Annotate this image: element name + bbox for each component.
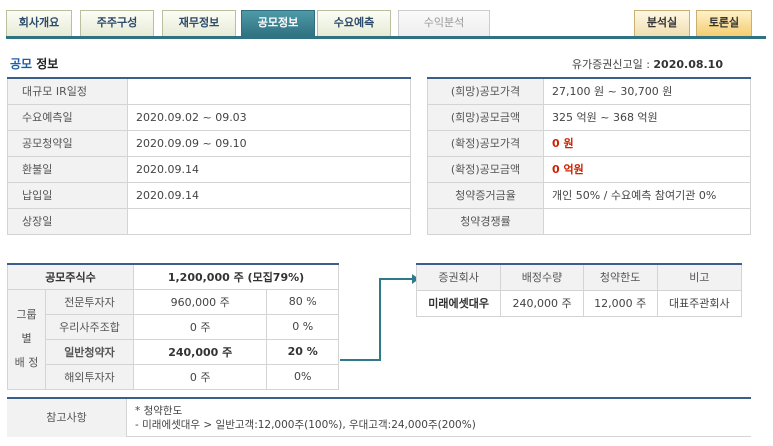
pricing-label: (확정)공모금액 (427, 155, 544, 183)
total-shares-value: 1,200,000 주 (모집79%) (133, 263, 339, 290)
page-title-suffix: 정보 (32, 57, 59, 71)
pricing-value: 0 억원 (543, 155, 751, 183)
tab-analysis-room[interactable]: 분석실 (634, 10, 690, 36)
page-title: 공모 정보 (10, 55, 58, 72)
tab-underline (6, 36, 766, 39)
table-row: 공모청약일 2020.09.09 ~ 09.10 (7, 129, 411, 157)
group-label-line1: 그룹별 (16, 308, 37, 345)
table-row: (확정)공모가격 0 원 (427, 129, 751, 157)
schedule-value: 2020.09.02 ~ 09.03 (127, 103, 411, 131)
connector-arrow (340, 274, 419, 361)
table-row: (확정)공모금액 0 억원 (427, 155, 751, 183)
schedule-value: 2020.09.14 (127, 155, 411, 183)
underwriter-limit: 12,000 주 (582, 289, 658, 317)
investor-type: 해외투자자 (45, 363, 134, 390)
underwriter-table: 증권회사 배정수량 청약한도 비고 미래에셋대우 240,000 주 12,00… (415, 263, 743, 317)
table-row: (희망)공모금액 325 억원 ~ 368 억원 (427, 103, 751, 131)
table-row: 증권회사 배정수량 청약한도 비고 (415, 263, 743, 291)
reference-section: 참고사항 * 청약한도 - 미래에셋대우 > 일반고객:12,000주(100%… (7, 397, 751, 437)
tab-discussion-room[interactable]: 토론실 (696, 10, 752, 36)
investor-pct: 20 % (266, 338, 339, 365)
table-row: 납입일 2020.09.14 (7, 181, 411, 209)
pricing-label: (확정)공모가격 (427, 129, 544, 157)
registration-date-label: 유가증권신고일 : (571, 58, 654, 71)
schedule-label: 상장일 (7, 207, 128, 235)
registration-date: 유가증권신고일 : 2020.08.10 (572, 56, 723, 72)
investor-qty: 0 주 (132, 313, 268, 340)
pricing-table: (희망)공모가격 27,100 원 ~ 30,700 원 (희망)공모금액 325 … (427, 77, 751, 235)
tab-ipo-info[interactable]: 공모정보 (241, 10, 315, 36)
tab-profit-analysis[interactable]: 수익분석 (398, 10, 490, 36)
underwriter-qty: 240,000 주 (500, 289, 584, 317)
table-row: 상장일 (7, 207, 411, 235)
group-allocation-label: 그룹별배 정 (7, 288, 46, 390)
column-header: 비고 (656, 263, 743, 291)
schedule-label: 환불일 (7, 155, 128, 183)
tab-shareholders[interactable]: 주주구성 (80, 10, 154, 36)
schedule-value (127, 207, 411, 235)
pricing-value: 0 원 (543, 129, 751, 157)
investor-pct: 0 % (266, 313, 339, 340)
reference-label: 참고사항 (7, 399, 127, 437)
column-header: 배정수량 (500, 263, 584, 291)
table-row: 환불일 2020.09.14 (7, 155, 411, 183)
tab-demand-forecast[interactable]: 수요예측 (317, 10, 391, 36)
underwriter-note: 대표주관회사 (656, 289, 743, 317)
pricing-value (543, 207, 751, 235)
schedule-label: 대규모 IR일정 (7, 77, 128, 105)
pricing-label: (희망)공모금액 (427, 103, 544, 131)
reference-text: * 청약한도 - 미래에셋대우 > 일반고객:12,000주(100%), 우대… (135, 404, 476, 432)
investor-type: 일반청약자 (45, 338, 134, 365)
investor-type: 우리사주조합 (45, 313, 134, 340)
schedule-label: 수요예측일 (7, 103, 128, 131)
table-row: 수요예측일 2020.09.02 ~ 09.03 (7, 103, 411, 131)
table-row: 우리사주조합 0 주 0 % (8, 313, 339, 340)
underwriter-firm: 미래에셋대우 (415, 289, 502, 317)
investor-type: 전문투자자 (45, 288, 134, 315)
table-row: 공모주식수 1,200,000 주 (모집79%) (7, 263, 339, 290)
schedule-label: 공모청약일 (7, 129, 128, 157)
pricing-label: (희망)공모가격 (427, 77, 544, 105)
table-row: 미래에셋대우 240,000 주 12,000 주 대표주관회사 (415, 289, 743, 317)
group-label-line2: 배 정 (14, 356, 39, 369)
investor-qty: 240,000 주 (132, 338, 268, 365)
table-row: 일반청약자 240,000 주 20 % (8, 338, 339, 365)
table-row: (희망)공모가격 27,100 원 ~ 30,700 원 (427, 77, 751, 105)
pricing-value: 27,100 원 ~ 30,700 원 (543, 77, 751, 105)
schedule-value: 2020.09.09 ~ 09.10 (127, 129, 411, 157)
schedule-value: 2020.09.14 (127, 181, 411, 209)
table-row: 대규모 IR일정 (7, 77, 411, 105)
investor-pct: 80 % (266, 288, 339, 315)
table-row: 그룹별배 정 전문투자자 960,000 주 80 % (7, 288, 339, 390)
registration-date-value: 2020.08.10 (653, 58, 723, 71)
investor-qty: 960,000 주 (132, 288, 268, 315)
tab-financials[interactable]: 재무정보 (162, 10, 236, 36)
page-title-prefix: 공모 (10, 57, 33, 71)
pricing-value: 개인 50% / 수요예측 참여기관 0% (543, 181, 751, 209)
investor-pct: 0% (266, 363, 339, 390)
schedule-label: 납입일 (7, 181, 128, 209)
schedule-table: 대규모 IR일정 수요예측일 2020.09.02 ~ 09.03 공모청약일 20… (7, 77, 411, 235)
reference-line: * 청약한도 (135, 405, 183, 417)
tab-company-overview[interactable]: 회사개요 (6, 10, 72, 36)
pricing-label: 청약증거금율 (427, 181, 544, 209)
column-header: 청약한도 (582, 263, 658, 291)
reference-line: - 미래에셋대우 > 일반고객:12,000주(100%), 우대고객:24,0… (135, 419, 476, 431)
investor-qty: 0 주 (132, 363, 268, 390)
table-row: 해외투자자 0 주 0% (8, 363, 339, 390)
schedule-value (127, 77, 411, 105)
table-row: 청약경쟁률 (427, 207, 751, 235)
table-row: 청약증거금율 개인 50% / 수요예측 참여기관 0% (427, 181, 751, 209)
pricing-label: 청약경쟁률 (427, 207, 544, 235)
column-header: 증권회사 (415, 263, 502, 291)
tab-bar: 회사개요 주주구성 재무정보 공모정보 수요예측 수익분석 분석실 토론실 (6, 10, 766, 40)
share-allocation-table: 공모주식수 1,200,000 주 (모집79%) 그룹별배 정 전문투자자 9… (7, 263, 339, 390)
pricing-value: 325 억원 ~ 368 억원 (543, 103, 751, 131)
total-shares-label: 공모주식수 (7, 263, 134, 290)
